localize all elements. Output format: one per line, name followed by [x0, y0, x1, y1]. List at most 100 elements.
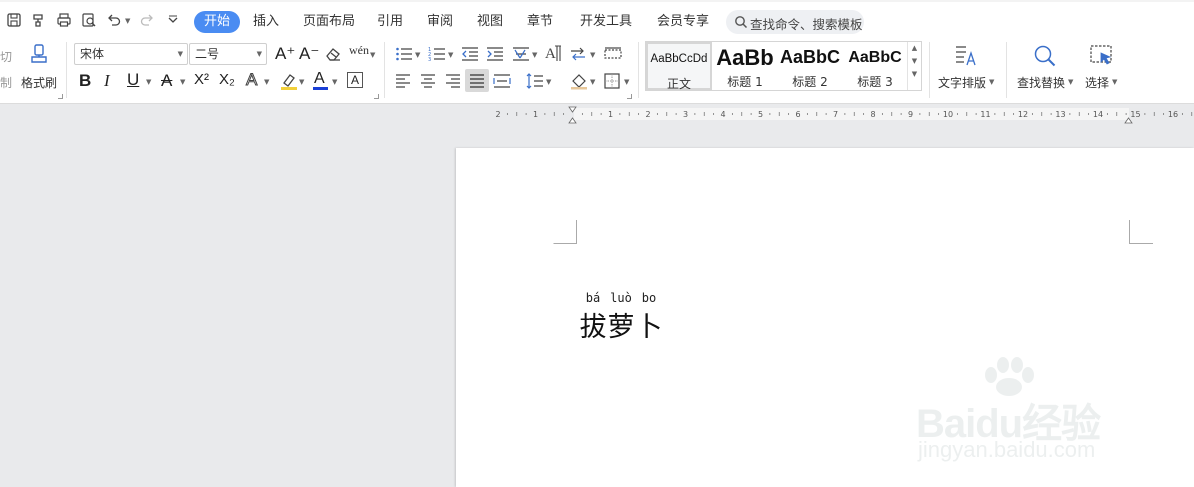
text-layout-label[interactable]: 文字排版	[938, 74, 986, 91]
select-label[interactable]: 选择	[1085, 74, 1109, 91]
font-size-select[interactable]: 二号 ▼	[189, 43, 267, 65]
ruby-char: luò 萝	[606, 291, 636, 344]
find-replace-label[interactable]: 查找替换	[1017, 74, 1065, 91]
select-icon[interactable]	[1088, 43, 1116, 69]
text-direction-icon[interactable]	[569, 46, 587, 62]
borders-dropdown-icon[interactable]: ▼	[624, 78, 629, 86]
scroll-down-icon[interactable]: ▼	[908, 57, 921, 65]
bold-button[interactable]: B	[79, 72, 91, 89]
more-icon[interactable]	[165, 12, 181, 28]
copy-label[interactable]: 制	[0, 74, 12, 91]
separator	[66, 42, 67, 98]
horizontal-ruler[interactable]: 2 1 1 2 3 4 5 6 7 8 9 10 11 12 13 14 15 16	[0, 105, 1194, 127]
pinyin-dropdown-icon[interactable]: ▼	[370, 51, 375, 59]
format-painter-icon[interactable]	[27, 43, 51, 69]
decrease-indent-icon[interactable]	[461, 46, 479, 62]
tab-review[interactable]: 审阅	[427, 11, 453, 33]
clipboard-launcher-icon[interactable]	[58, 94, 63, 99]
gallery-more-icon[interactable]: ▼	[908, 70, 921, 78]
increase-indent-icon[interactable]	[486, 46, 504, 62]
pinyin-guide-icon[interactable]: wén	[349, 44, 369, 56]
line-spacing-icon[interactable]	[526, 73, 544, 89]
text-layout-dropdown-icon[interactable]: ▼	[989, 78, 994, 86]
font-color-button[interactable]: A	[313, 69, 329, 91]
font-launcher-icon[interactable]	[374, 94, 379, 99]
numbered-list-icon[interactable]: 123	[428, 46, 446, 62]
tab-chapter[interactable]: 章节	[527, 11, 553, 33]
align-right-icon[interactable]	[445, 74, 461, 88]
tab-home[interactable]: 开始	[194, 11, 241, 33]
style-normal[interactable]: AaBbCcDd 正文	[646, 42, 712, 91]
line-spacing-dropdown-icon[interactable]: ▼	[546, 78, 551, 86]
paragraph-launcher-icon[interactable]	[627, 94, 632, 99]
cut-label[interactable]: 切	[0, 48, 12, 65]
style-sample: AaBbC	[779, 47, 840, 67]
text-effect-dropdown-icon[interactable]: ▼	[264, 78, 269, 86]
search-placeholder: 查找命令、搜索模板	[750, 17, 863, 32]
underline-button[interactable]: U	[127, 71, 139, 88]
tab-member[interactable]: 会员专享	[657, 11, 709, 33]
borders-icon[interactable]	[604, 73, 620, 89]
document-page[interactable]: bá 拔 luò 萝 bo 卜	[456, 148, 1194, 487]
select-dropdown-icon[interactable]: ▼	[1112, 78, 1117, 86]
strikethrough-dropdown-icon[interactable]: ▼	[180, 78, 185, 86]
underline-dropdown-icon[interactable]: ▼	[146, 78, 151, 86]
scroll-up-icon[interactable]: ▲	[908, 44, 921, 52]
subscript-button[interactable]: X₂	[219, 72, 235, 87]
chinese-layout-dropdown-icon[interactable]: ▼	[532, 51, 537, 59]
bullet-list-icon[interactable]	[395, 46, 413, 62]
command-search[interactable]: 查找命令、搜索模板	[726, 10, 864, 34]
tab-insert[interactable]: 插入	[253, 11, 279, 33]
chinese-layout-icon[interactable]	[511, 45, 531, 63]
text-effect-button[interactable]: A	[245, 71, 257, 89]
superscript-button[interactable]: X²	[194, 72, 209, 87]
char-border-button[interactable]: A	[347, 72, 363, 88]
font-name-select[interactable]: 宋体 ▼	[74, 43, 188, 65]
tab-page-layout[interactable]: 页面布局	[303, 11, 355, 33]
undo-dropdown-icon[interactable]: ▼	[125, 17, 130, 25]
ruler-label: 13	[1055, 110, 1065, 119]
table-tools-icon[interactable]	[604, 47, 622, 61]
tab-references[interactable]: 引用	[377, 11, 403, 33]
grow-font-icon[interactable]: A⁺	[275, 45, 295, 62]
style-gallery-scroll[interactable]: ▲ ▼ ▼	[907, 42, 921, 90]
save-icon[interactable]	[6, 12, 22, 28]
format-painter-quick-icon[interactable]	[31, 12, 47, 28]
strikethrough-button[interactable]: A	[161, 72, 172, 89]
find-replace-dropdown-icon[interactable]: ▼	[1068, 78, 1073, 86]
tab-view[interactable]: 视图	[477, 11, 503, 33]
text-layout-icon[interactable]	[952, 43, 980, 69]
justify-icon[interactable]	[465, 69, 489, 92]
highlight-icon[interactable]	[279, 71, 299, 91]
highlight-dropdown-icon[interactable]: ▼	[299, 78, 304, 86]
style-heading-2[interactable]: AaBbC 标题 2	[778, 42, 842, 90]
redo-icon[interactable]	[139, 12, 155, 28]
numbering-dropdown-icon[interactable]: ▼	[448, 51, 453, 59]
align-left-icon[interactable]	[395, 74, 411, 88]
ruler-label: 8	[870, 110, 875, 119]
italic-button[interactable]: I	[104, 72, 110, 89]
style-heading-1[interactable]: AaBb 标题 1	[713, 42, 777, 90]
style-heading-3[interactable]: AaBbC 标题 3	[843, 42, 907, 90]
shading-icon[interactable]	[569, 72, 589, 90]
shading-dropdown-icon[interactable]: ▼	[590, 78, 595, 86]
format-painter-label[interactable]: 格式刷	[21, 74, 57, 91]
align-center-icon[interactable]	[420, 74, 436, 88]
ruby-char: bo 卜	[634, 291, 664, 344]
distributed-align-icon[interactable]	[493, 73, 511, 89]
show-hide-marks-icon[interactable]: A	[545, 43, 563, 63]
undo-icon[interactable]	[106, 12, 122, 28]
print-preview-icon[interactable]	[81, 12, 97, 28]
pinyin: bá	[585, 291, 601, 305]
ruler-label: 1	[608, 110, 613, 119]
ruby-char: bá 拔	[578, 291, 608, 344]
print-icon[interactable]	[56, 12, 72, 28]
font-color-dropdown-icon[interactable]: ▼	[332, 78, 337, 86]
text-direction-dropdown-icon[interactable]: ▼	[590, 51, 595, 59]
find-replace-icon[interactable]	[1031, 43, 1059, 69]
bullet-dropdown-icon[interactable]: ▼	[415, 51, 420, 59]
tab-developer[interactable]: 开发工具	[580, 11, 632, 33]
clear-format-icon[interactable]	[324, 45, 342, 63]
ruler-label: 12	[1018, 110, 1028, 119]
shrink-font-icon[interactable]: A⁻	[299, 45, 319, 62]
